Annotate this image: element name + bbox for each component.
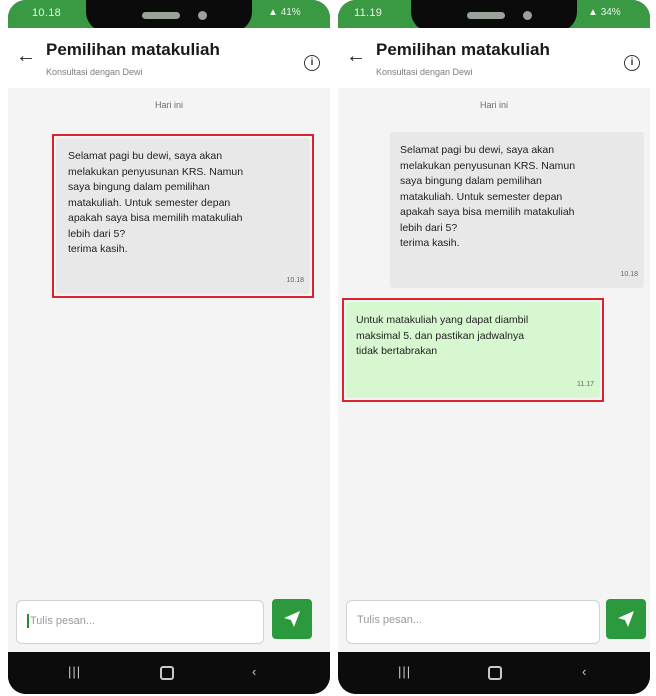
send-icon xyxy=(618,611,634,627)
chat-screen: ← Pemilihan matakuliah Konsultasi dengan… xyxy=(338,28,650,652)
system-nav-bar: ||| ‹ xyxy=(8,652,330,694)
status-time: 10.18 xyxy=(32,7,62,19)
chat-header: ← Pemilihan matakuliah Konsultasi dengan… xyxy=(338,28,650,88)
send-icon xyxy=(284,611,300,627)
page-title: Pemilihan matakuliah xyxy=(46,40,220,59)
signal-icon: ▲ xyxy=(268,7,278,18)
arrow-left-icon[interactable]: ← xyxy=(16,46,36,66)
page-title: Pemilihan matakuliah xyxy=(376,40,550,59)
back-nav-icon[interactable]: ‹ xyxy=(252,664,256,680)
right-phone: 11.19 ▲ 34% ← Pemilihan matakuliah Konsu… xyxy=(338,0,650,694)
back-nav-icon[interactable]: ‹ xyxy=(582,664,586,680)
chat-header: ← Pemilihan matakuliah Konsultasi dengan… xyxy=(8,28,330,88)
home-icon[interactable] xyxy=(160,666,174,680)
info-icon[interactable]: i xyxy=(304,55,320,71)
send-button[interactable] xyxy=(606,599,646,639)
message-time: 10.18 xyxy=(286,276,304,284)
message-text: Selamat pagi bu dewi, saya akan melakuka… xyxy=(68,150,244,255)
signal-icon: ▲ xyxy=(588,7,598,18)
input-placeholder: Tulis pesan... xyxy=(357,614,423,626)
text-cursor xyxy=(27,614,29,628)
page-subtitle: Konsultasi dengan Dewi xyxy=(376,67,473,77)
reply-bubble: Untuk matakuliah yang dapat diambil maks… xyxy=(346,302,600,398)
system-nav-bar: ||| ‹ xyxy=(338,652,650,694)
send-button[interactable] xyxy=(272,599,312,639)
message-bubble: Selamat pagi bu dewi, saya akan melakuka… xyxy=(390,132,644,288)
info-icon[interactable]: i xyxy=(624,55,640,71)
message-bubble: Selamat pagi bu dewi, saya akan melakuka… xyxy=(56,138,310,294)
status-time: 11.19 xyxy=(354,7,383,19)
message-input[interactable]: Tulis pesan... xyxy=(16,600,264,644)
home-icon[interactable] xyxy=(488,666,502,680)
day-separator: Hari ini xyxy=(154,100,183,110)
left-phone: 10.18 ▲ 41% ← Pemilihan matakuliah Konsu… xyxy=(8,0,330,694)
arrow-left-icon[interactable]: ← xyxy=(346,46,366,66)
message-time: 11.17 xyxy=(577,380,594,388)
message-text: Untuk matakuliah yang dapat diambil maks… xyxy=(356,314,529,357)
message-composer: Tulis pesan... xyxy=(8,590,330,652)
chat-screen: ← Pemilihan matakuliah Konsultasi dengan… xyxy=(8,28,330,652)
day-separator: Hari ini xyxy=(479,100,508,110)
input-placeholder: Tulis pesan... xyxy=(30,614,96,627)
message-input[interactable]: Tulis pesan... xyxy=(346,600,600,644)
recent-apps-icon[interactable]: ||| xyxy=(68,664,81,680)
page-subtitle: Konsultasi dengan Dewi xyxy=(46,67,143,77)
message-composer: Tulis pesan... xyxy=(338,590,650,652)
battery-indicator: ▲ 41% xyxy=(268,7,301,18)
message-time: 10.18 xyxy=(620,270,638,278)
recent-apps-icon[interactable]: ||| xyxy=(398,664,411,680)
battery-indicator: ▲ 34% xyxy=(588,7,621,18)
message-text: Selamat pagi bu dewi, saya akan melakuka… xyxy=(400,144,576,249)
